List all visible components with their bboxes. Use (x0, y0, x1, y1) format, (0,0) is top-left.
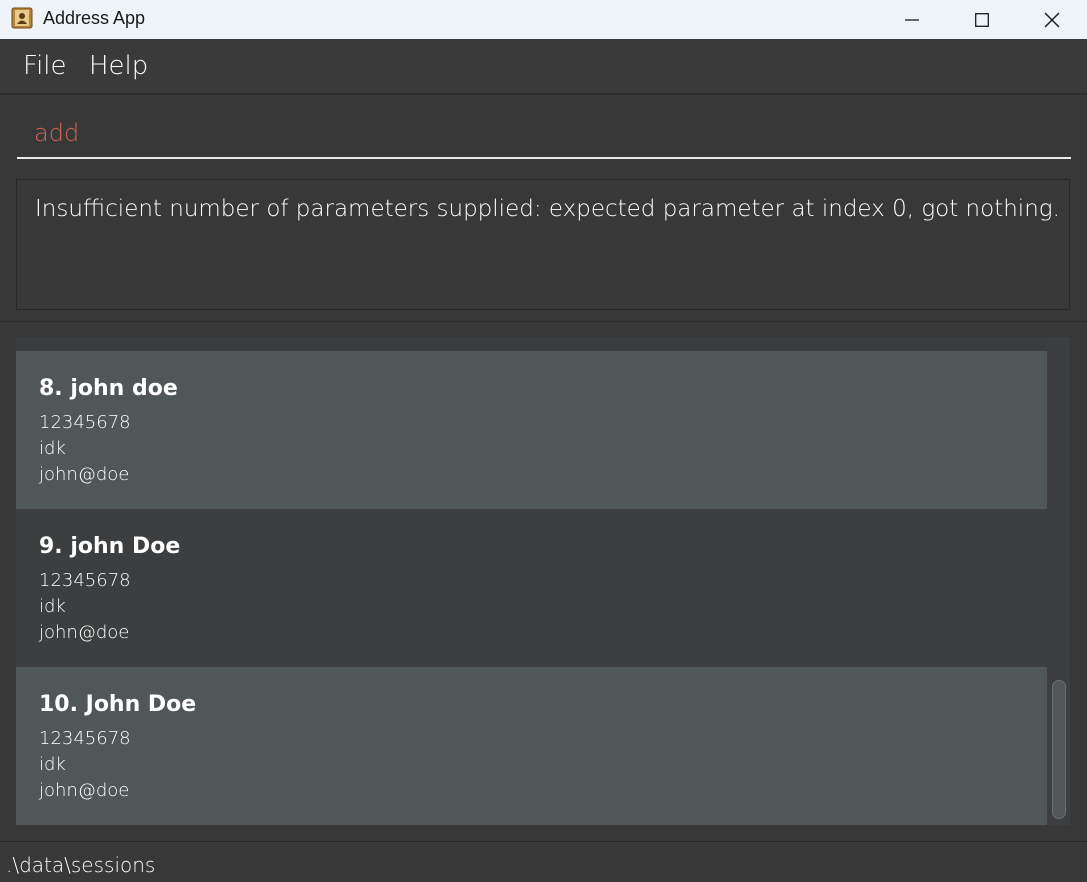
person-email: john@doe (39, 464, 130, 485)
person-name: 10. John Doe (39, 692, 197, 717)
person-phone: 12345678 (39, 728, 131, 749)
close-button[interactable] (1017, 0, 1087, 39)
person-name: 8. john doe (39, 376, 178, 401)
scrollbar-thumb[interactable] (1052, 680, 1066, 819)
person-address: idk (39, 596, 66, 617)
result-display[interactable]: Insufficient number of parameters suppli… (16, 179, 1070, 310)
status-bar: .\data\sessions (0, 841, 1087, 882)
person-email: john@doe (39, 780, 130, 801)
window-title: Address App (43, 8, 146, 28)
address-book-icon (11, 7, 33, 29)
maximize-button[interactable] (947, 0, 1017, 39)
menu-file[interactable]: File (23, 51, 67, 81)
person-card[interactable]: 8. john doe 12345678 idk john@doe (16, 351, 1047, 509)
person-email: john@doe (39, 622, 130, 643)
close-icon (1044, 12, 1060, 28)
minimize-button[interactable] (877, 0, 947, 39)
person-list-pane: 8. john doe 12345678 idk john@doe 9. joh… (0, 322, 1087, 840)
command-input[interactable] (17, 109, 1071, 159)
person-list[interactable]: 8. john doe 12345678 idk john@doe 9. joh… (16, 337, 1070, 825)
menu-help[interactable]: Help (89, 51, 148, 81)
person-address: idk (39, 754, 66, 775)
app-window: Address App File Help Insufficient numbe… (0, 0, 1087, 882)
person-name: 9. john Doe (39, 534, 181, 559)
minimize-icon (905, 13, 919, 27)
person-address: idk (39, 438, 66, 459)
person-card[interactable]: 10. John Doe 12345678 idk john@doe (16, 667, 1047, 825)
title-bar[interactable]: Address App (0, 0, 1087, 39)
person-card[interactable]: 9. john Doe 12345678 idk john@doe (16, 509, 1047, 667)
list-partial-row (16, 337, 1047, 351)
result-message: Insufficient number of parameters suppli… (35, 196, 1060, 222)
person-phone: 12345678 (39, 570, 131, 591)
maximize-icon (975, 12, 989, 27)
person-phone: 12345678 (39, 412, 131, 433)
result-display-pane: Insufficient number of parameters suppli… (0, 171, 1087, 322)
save-location-path: .\data\sessions (6, 853, 156, 877)
menu-bar: File Help (0, 39, 1087, 94)
command-box (0, 94, 1087, 172)
